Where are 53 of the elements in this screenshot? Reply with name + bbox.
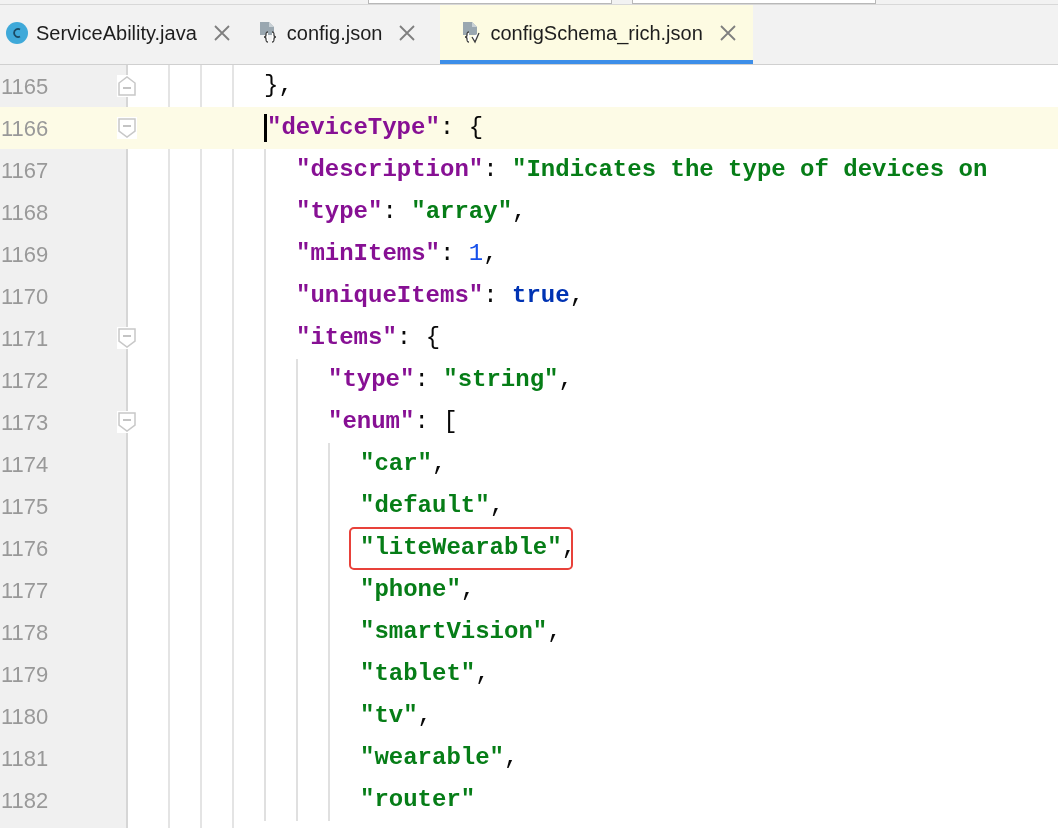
line-number: 1181 <box>0 744 49 773</box>
line-number: 1175 <box>0 492 49 521</box>
line-number: 1169 <box>0 240 49 269</box>
code-line: "smartVision", <box>360 617 562 645</box>
code-line: "router" <box>360 785 476 813</box>
line-number: 1171 <box>0 324 49 353</box>
close-icon[interactable] <box>212 23 231 42</box>
code-line: "type": "array", <box>296 197 527 225</box>
line-number: 1165 <box>0 72 49 101</box>
line-number: 1177 <box>0 576 49 605</box>
input-field[interactable] <box>368 0 612 4</box>
line-number: 1174 <box>0 450 49 479</box>
code-line: "wearable", <box>360 743 519 771</box>
input-field[interactable] <box>632 0 876 4</box>
editor-tab[interactable]: configSchema_rich.json <box>440 5 753 64</box>
close-icon[interactable] <box>718 23 737 42</box>
line-number: 1166 <box>0 114 49 143</box>
line-number: 1179 <box>0 660 49 689</box>
line-number: 1182 <box>0 786 49 815</box>
code-line: "phone", <box>360 575 476 603</box>
editor-tab[interactable]: ServiceAbility.java <box>0 5 251 64</box>
code-line: "uniqueItems": true, <box>296 281 585 309</box>
code-line: "deviceType": { <box>267 113 484 141</box>
class-icon <box>6 21 28 44</box>
code-line: "tablet", <box>360 659 490 687</box>
code-line: "default", <box>360 491 505 519</box>
line-number: 1167 <box>0 156 49 185</box>
fold-icon[interactable] <box>117 327 137 349</box>
code-line: "type": "string", <box>328 365 573 393</box>
code-line: "liteWearable", <box>360 533 577 561</box>
editor-tab[interactable]: config.json <box>250 5 437 64</box>
tab-label: config.json <box>286 20 383 46</box>
code-line: "enum": [ <box>328 407 458 435</box>
code-line: "minItems": 1, <box>296 239 498 267</box>
fold-icon[interactable] <box>117 117 137 139</box>
text-cursor <box>264 114 267 142</box>
fold-icon[interactable] <box>117 75 137 97</box>
line-number: 1168 <box>0 198 49 227</box>
code-line: "description": "Indicates the type of devices on <box>296 155 988 183</box>
code-line: }, <box>264 71 293 99</box>
code-line: "tv", <box>360 701 432 729</box>
close-icon[interactable] <box>398 23 417 42</box>
tab-label: ServiceAbility.java <box>36 20 197 46</box>
line-number: 1173 <box>0 408 49 437</box>
line-number: 1180 <box>0 702 49 731</box>
code-line: "car", <box>360 449 447 477</box>
line-number: 1176 <box>0 534 49 563</box>
line-number: 1170 <box>0 282 49 311</box>
line-number: 1172 <box>0 366 49 395</box>
code-line: "items": { <box>296 323 441 351</box>
fold-icon[interactable] <box>117 411 137 433</box>
tab-label: configSchema_rich.json <box>490 20 703 47</box>
line-number: 1178 <box>0 618 49 647</box>
